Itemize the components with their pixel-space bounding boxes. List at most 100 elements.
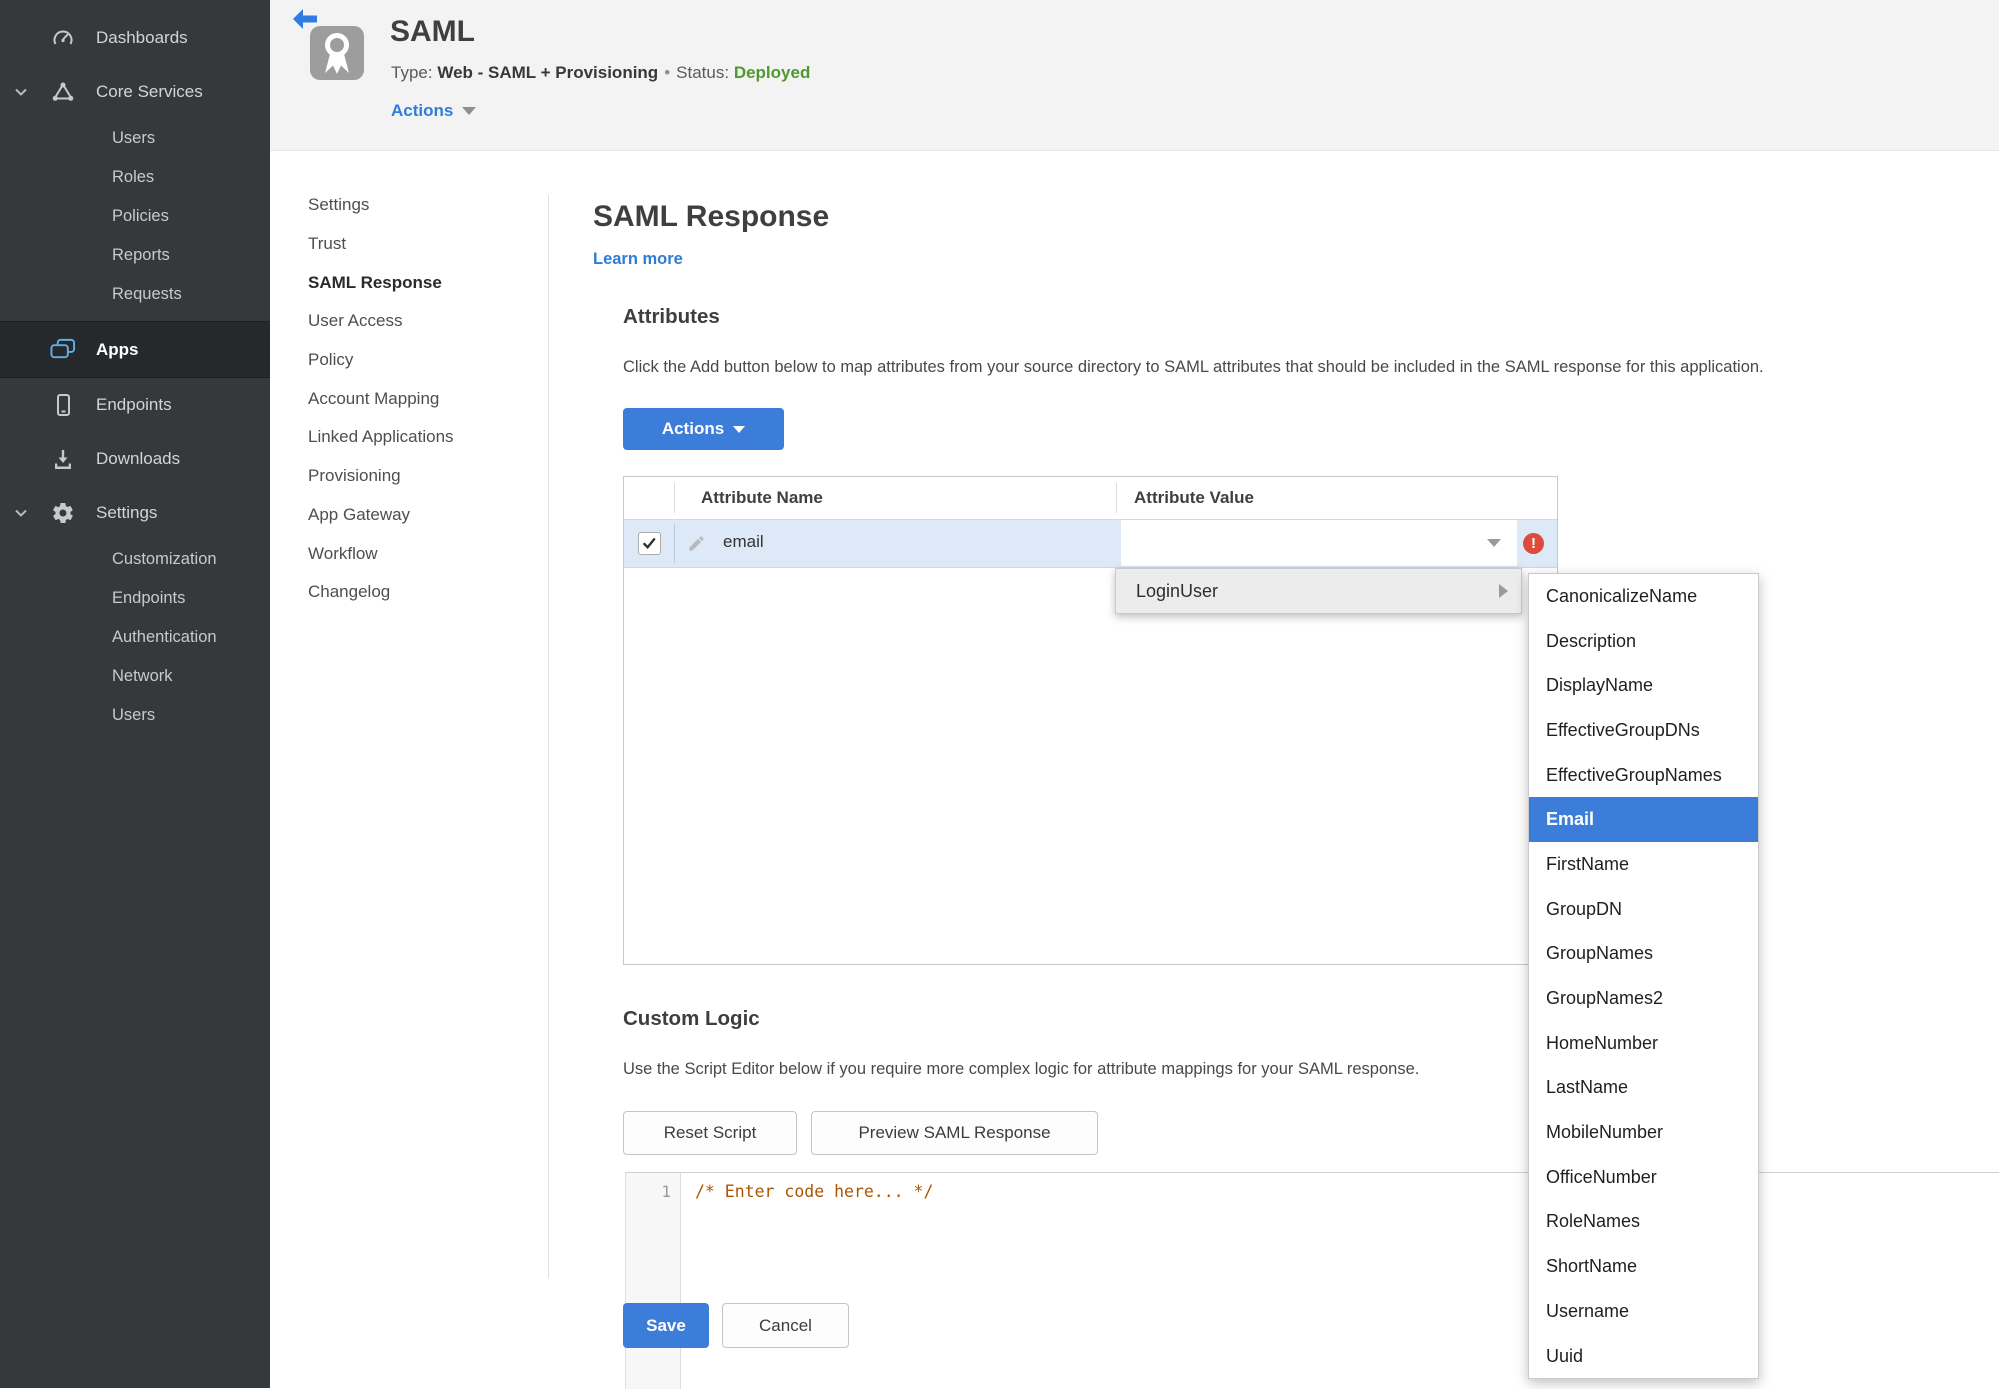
validation-error-icon: ! [1523,533,1544,554]
reset-script-button[interactable]: Reset Script [623,1111,797,1155]
line-number: 1 [661,1182,671,1201]
gauge-icon [50,25,76,51]
header-actions-label: Actions [391,101,454,120]
app-header: SAML Type: Web - SAML + Provisioning • Sta… [270,0,1999,151]
phone-icon [50,392,76,418]
attributes-table-header: Attribute Name Attribute Value [624,477,1557,520]
attribute-value-combobox[interactable] [1121,520,1517,566]
submenu-item[interactable]: HomeNumber [1529,1021,1758,1066]
submenu-item[interactable]: MobileNumber [1529,1110,1758,1155]
apps-icon [50,337,76,363]
subnav-item[interactable]: SAML Response [308,263,454,302]
submenu-item[interactable]: Username [1529,1289,1758,1334]
sidebar-item-label: Core Services [96,82,203,101]
sidebar-item[interactable]: Apps [0,321,270,378]
submenu-item[interactable]: EffectiveGroupNames [1529,753,1758,798]
header-actions-menu[interactable]: Actions [391,101,477,121]
sidebar-item-label: Policies [112,207,169,225]
sidebar-item-label: Users [112,706,156,724]
submenu-item[interactable]: ShortName [1529,1244,1758,1289]
subnav-item[interactable]: Changelog [308,573,454,612]
chevron-down-icon[interactable] [13,84,29,100]
app-meta-line: Type: Web - SAML + Provisioning • Status: … [391,63,810,83]
sidebar-item[interactable]: Endpoints [0,579,270,618]
page-app-title: SAML [390,15,475,48]
save-button[interactable]: Save [623,1303,709,1348]
subnav-item[interactable]: Workflow [308,534,454,573]
submenu-item[interactable]: Description [1529,619,1758,664]
submenu-item[interactable]: DisplayName [1529,663,1758,708]
column-separator [1116,483,1117,513]
learn-more-link[interactable]: Learn more [593,250,683,269]
edit-pencil-icon[interactable] [687,534,706,553]
sidebar-item[interactable]: Policies [0,197,270,236]
sidebar-item[interactable]: Network [0,657,270,696]
column-separator [674,483,675,513]
download-icon [50,446,76,472]
subnav-item[interactable]: Account Mapping [308,379,454,418]
chevron-down-icon [733,425,746,433]
sidebar-item[interactable]: Dashboards [0,11,270,65]
sidebar-item[interactable]: Roles [0,158,270,197]
sidebar-item[interactable]: Settings [0,486,270,540]
subnav-item[interactable]: App Gateway [308,496,454,535]
submenu-item[interactable]: OfficeNumber [1529,1155,1758,1200]
sidebar-item-label: Requests [112,285,182,303]
editor-code-area[interactable]: /* Enter code here... */ [681,1173,1999,1389]
sidebar-item[interactable]: Reports [0,236,270,275]
subnav-item[interactable]: Linked Applications [308,418,454,457]
sidebar-item-label: Endpoints [96,395,172,414]
submenu-item[interactable]: Uuid [1529,1334,1758,1379]
sidebar: Dashboards Core Services Users Roles Pol… [0,0,270,1388]
submenu-item[interactable]: GroupDN [1529,887,1758,932]
chevron-down-icon [1487,539,1501,547]
cancel-button[interactable]: Cancel [722,1303,849,1348]
preview-saml-response-button[interactable]: Preview SAML Response [811,1111,1098,1155]
app-subnav: Settings Trust SAML Response User Access Pol… [308,186,454,612]
submenu-item[interactable]: EffectiveGroupDNs [1529,708,1758,753]
sidebar-item[interactable]: Core Services [0,65,270,119]
submenu-arrow-icon [1499,584,1508,598]
sidebar-item-label: Settings [96,503,158,522]
submenu-item[interactable]: GroupNames [1529,932,1758,977]
chevron-down-icon [462,107,477,115]
subnav-item[interactable]: Policy [308,341,454,380]
column-header-attribute-value: Attribute Value [1134,488,1254,507]
subnav-item[interactable]: User Access [308,302,454,341]
subnav-item[interactable]: Settings [308,186,454,225]
submenu-item[interactable]: FirstName [1529,842,1758,887]
column-header-attribute-name: Attribute Name [701,488,823,507]
app-logo-saml [310,26,364,80]
subnav-item[interactable]: Trust [308,225,454,264]
sidebar-item[interactable]: Customization [0,540,270,579]
sidebar-item[interactable]: Authentication [0,618,270,657]
submenu-item[interactable]: Email [1529,797,1758,843]
submenu-item[interactable]: LastName [1529,1066,1758,1111]
sidebar-item[interactable]: Requests [0,275,270,314]
attributes-heading: Attributes [623,305,720,328]
sidebar-item-label: Users [112,129,156,147]
editor-gutter: 1 [626,1173,681,1389]
row-checkbox[interactable] [638,532,661,555]
attributes-actions-button[interactable]: Actions [623,408,784,450]
sidebar-nav: Dashboards Core Services Users Roles Pol… [0,0,270,735]
core-services-icon [50,79,76,105]
sidebar-item[interactable]: Endpoints [0,378,270,432]
subnav-item[interactable]: Provisioning [308,457,454,496]
attribute-name-cell: email [723,532,764,551]
subnav-divider [548,195,549,1278]
table-row-email[interactable]: email ! [624,520,1557,568]
submenu-item[interactable]: RoleNames [1529,1200,1758,1245]
submenu-item[interactable]: CanonicalizeName [1529,574,1758,619]
sidebar-item[interactable]: Users [0,696,270,735]
attributes-table: Attribute Name Attribute Value email ! [623,476,1558,965]
chevron-down-icon[interactable] [13,505,29,521]
sidebar-item[interactable]: Downloads [0,432,270,486]
sidebar-item-label: Dashboards [96,28,188,47]
sidebar-item-label: Network [112,667,173,685]
actions-button-label: Actions [661,419,725,438]
dropdown-item-loginuser[interactable]: LoginUser [1115,568,1522,614]
submenu-item[interactable]: GroupNames2 [1529,976,1758,1021]
sidebar-item[interactable]: Users [0,119,270,158]
dropdown-item-label: LoginUser [1136,580,1219,601]
